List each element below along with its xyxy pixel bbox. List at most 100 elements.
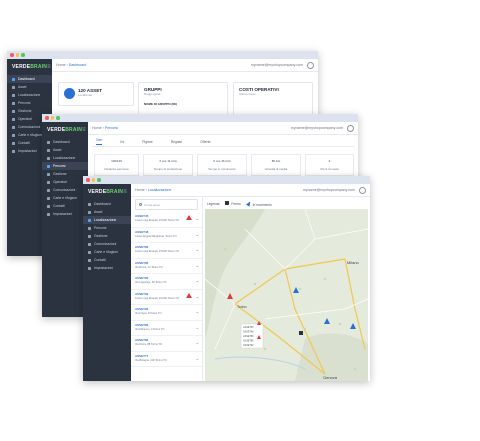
sidebar-item-dashboard[interactable]: Dashboard	[7, 75, 52, 83]
maximize-dot[interactable]	[56, 116, 60, 120]
tab-pigiare[interactable]: Pigiare	[142, 140, 153, 144]
list-item[interactable]: ASSET93 Via Frejus, 8 Torino TO ⌄	[131, 305, 202, 321]
screenshot-collage: VERDE BRAIN ≡ Dashboard Asset Localizzazi…	[0, 0, 480, 441]
sidebar-item-comunicazioni[interactable]: Comunicazioni	[42, 186, 88, 194]
legend-label: In movimento	[252, 202, 272, 207]
minimize-dot[interactable]	[91, 178, 95, 182]
sidebar-item-impostazioni[interactable]: Impostazioni	[83, 264, 131, 272]
list-item[interactable]: ASSET95 Via Lagrange, 60 Torino TO ⌄	[131, 274, 202, 290]
sidebar-item-operatori[interactable]: Operatori	[42, 178, 88, 186]
sidebar-item-label: Dashboard	[94, 202, 111, 206]
chevron-down-icon[interactable]: ⌄	[196, 216, 199, 221]
legend-item-stopped[interactable]: Fermo	[225, 201, 241, 206]
asset-marker[interactable]	[299, 331, 303, 335]
close-dot[interactable]	[45, 116, 49, 120]
sidebar-item-percorsi[interactable]: Percorsi	[83, 224, 131, 232]
avatar[interactable]	[347, 124, 354, 132]
sidebar-item-dashboard[interactable]: Dashboard	[42, 138, 88, 146]
sidebar-item-asset[interactable]: Asset	[42, 146, 88, 154]
legend-item-moving[interactable]: In movimento	[245, 199, 272, 207]
marker-cluster-popup[interactable]: ASSET45 ASSET48 ASSET80 ASSET85 ASSET92	[240, 321, 264, 349]
users-icon	[12, 117, 15, 121]
tab-int[interactable]: Int	[120, 140, 124, 144]
sidebar-item-label: Comunicazioni	[53, 188, 76, 192]
list-item[interactable]: ASSET85 Via Roma, 12 Torino TO ⌄	[131, 259, 202, 274]
menu-icon[interactable]: ≡	[82, 127, 86, 133]
sidebar-item-localizzazione[interactable]: Localizzazione	[42, 154, 88, 162]
asset-address: Via Nizza, 88 Torino TO	[135, 343, 163, 346]
chevron-down-icon[interactable]: ⌄	[196, 247, 199, 252]
tab-gen[interactable]: Gen	[96, 138, 103, 145]
breadcrumb-current: Localizzazione	[147, 188, 172, 192]
chevron-down-icon[interactable]: ⌄	[196, 232, 199, 237]
stat-card: 120/120 Distanza percorsa	[94, 154, 139, 176]
sidebar-item-label: Asset	[18, 85, 27, 89]
brand-logo: VERDE BRAIN ≡	[7, 59, 52, 75]
route-icon	[47, 164, 50, 168]
sidebar-item-asset[interactable]: Asset	[83, 208, 131, 216]
chevron-down-icon[interactable]: ⌄	[196, 356, 199, 361]
breadcrumb-home[interactable]: Home	[92, 126, 102, 130]
sidebar-item-carte[interactable]: Carte e rifugium	[83, 248, 131, 256]
minimize-dot[interactable]	[15, 53, 19, 57]
map-hills	[295, 333, 368, 381]
asset-address: Via Roma, 12 Torino TO	[135, 265, 163, 269]
sidebar-item-localizzazione[interactable]: Localizzazione	[7, 91, 52, 99]
breadcrumb-home[interactable]: Home	[56, 63, 66, 67]
list-item[interactable]: ASSET92 Corso Luigi Einaudi, 15/100 Torin…	[131, 290, 202, 305]
sidebar-item-gestione[interactable]: Gestione	[42, 170, 88, 178]
sidebar-item-label: Contatti	[94, 258, 106, 262]
menu-icon[interactable]: ≡	[47, 64, 51, 70]
chevron-down-icon[interactable]: ⌄	[196, 325, 199, 330]
close-dot[interactable]	[86, 178, 90, 182]
chevron-down-icon[interactable]: ⌄	[196, 294, 199, 299]
city-label-torino: Torino	[237, 305, 247, 309]
chevron-down-icon[interactable]: ⌄	[196, 263, 199, 268]
asset-count-card[interactable]: 120 ASSET Localizzati	[58, 82, 134, 106]
sidebar-item-dashboard[interactable]: Dashboard	[83, 200, 131, 208]
list-item[interactable]: ASSET45 Corso Luigi Einaudi, 15/100 Torin…	[131, 212, 202, 228]
search-placeholder: Cerca asset	[144, 202, 161, 207]
breadcrumb-home[interactable]: Home	[135, 188, 145, 192]
chevron-down-icon[interactable]: ⌄	[196, 340, 199, 345]
popup-line: ASSET48	[243, 331, 254, 334]
menu-icon[interactable]: ≡	[123, 189, 127, 195]
sidebar-item-carte[interactable]: Carte e rifugium	[42, 194, 88, 202]
list-item[interactable]: ASSET77 Via Bologna, 220 Torino TO ⌄	[131, 352, 202, 367]
search-input[interactable]: Cerca asset	[135, 199, 198, 210]
list-item[interactable]: ASSET83 Via Marenco, 4 Torino TO ⌄	[131, 321, 202, 336]
list-item[interactable]: ASSET80 Corso Luigi Einaudi, 15/100 Torin…	[131, 243, 202, 259]
top-bar: Home › Percorsi myname@myshopcompany.com	[88, 122, 358, 135]
avatar[interactable]	[307, 61, 314, 69]
chevron-down-icon[interactable]: ⌄	[196, 278, 199, 283]
asset-list: Cerca asset ASSET45 Corso Luigi Einaudi, …	[131, 197, 203, 381]
sidebar-item-impostazioni[interactable]: Impostazioni	[42, 210, 88, 218]
asset-name: ASSET77	[135, 353, 149, 358]
list-item[interactable]: ASSET84 Via Nizza, 88 Torino TO ⌄	[131, 336, 202, 352]
avatar[interactable]	[359, 186, 366, 194]
map-view[interactable]: Milano Torino Genova ASSET45 ASSET48 ASS…	[205, 209, 368, 381]
maximize-dot[interactable]	[97, 178, 101, 182]
sidebar-item-label: Gestione	[18, 109, 32, 113]
sidebar-item-asset[interactable]: Asset	[7, 83, 52, 91]
sidebar-item-comunicazioni[interactable]: Comunicazioni	[83, 240, 131, 248]
sidebar-item-percorsi[interactable]: Percorsi	[7, 99, 52, 107]
chevron-down-icon[interactable]: ⌄	[196, 309, 199, 314]
sidebar-item-contatti[interactable]: Contatti	[42, 202, 88, 210]
tab-registri[interactable]: Registri	[171, 140, 183, 144]
sidebar-item-gestione[interactable]: Gestione	[83, 232, 131, 240]
stat-label: Punti di sosta	[320, 167, 339, 171]
sidebar-item-localizzazione[interactable]: Localizzazione	[83, 216, 131, 224]
list-item[interactable]: ASSET48 Corso Regina Margherita, Torino T…	[131, 228, 202, 243]
group-name[interactable]: NOME DI GRUPPO (08)	[144, 102, 177, 106]
sidebar-item-label: Localizzazione	[18, 93, 41, 97]
sidebar-item-contatti[interactable]: Contatti	[83, 256, 131, 264]
user-email: myname@myshopcompany.com	[250, 63, 303, 67]
asset-address: Via Bologna, 220 Torino TO	[135, 358, 167, 362]
tab-offerte[interactable]: Offerte	[200, 140, 210, 144]
maximize-dot[interactable]	[21, 53, 25, 57]
close-dot[interactable]	[10, 53, 14, 57]
minimize-dot[interactable]	[50, 116, 54, 120]
sidebar-item-percorsi[interactable]: Percorsi	[42, 162, 88, 170]
card-subtitle: Raggruppati	[144, 92, 161, 96]
